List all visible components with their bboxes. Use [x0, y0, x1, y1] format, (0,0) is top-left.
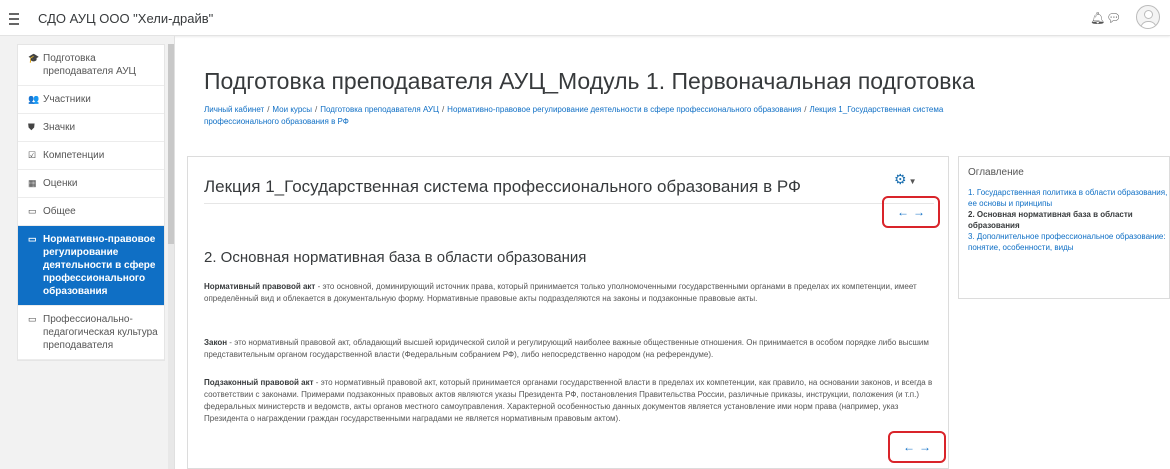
prev-page-arrow[interactable]: ←: [897, 205, 909, 219]
sidebar-item[interactable]: 🎓 Подготовка преподавателя АУЦ: [18, 45, 164, 86]
sidebar-item[interactable]: ▦ Оценки: [18, 170, 164, 198]
term-bold: Закон: [204, 338, 228, 347]
toc-list: 1. Государственная политика в области об…: [968, 187, 1168, 253]
prev-page-arrow[interactable]: ←: [903, 440, 915, 454]
toc-item-current: 2. Основная нормативная база в области о…: [968, 210, 1133, 230]
sidebar-item-label: Общее: [43, 206, 76, 217]
folder-icon: ▭: [28, 234, 37, 244]
toc-link[interactable]: 3. Дополнительное профессиональное образ…: [968, 231, 1168, 253]
paragraph-text: - это нормативный правовой акт, который …: [204, 378, 933, 423]
sidebar-item[interactable]: ▭ Нормативно-правовое регулирование деяте…: [18, 226, 164, 306]
user-avatar[interactable]: [1136, 5, 1160, 29]
top-navbar: СДО АУЦ ООО "Хели-драйв" 🔔︎ 💬︎: [0, 0, 1170, 36]
breadcrumb-separator: /: [441, 105, 445, 114]
sidebar-item[interactable]: ⛊ Значки: [18, 114, 164, 142]
page-title: Подготовка преподавателя АУЦ_Модуль 1. П…: [204, 68, 975, 94]
breadcrumb-link[interactable]: Нормативно-правовое регулирование деятел…: [447, 105, 801, 114]
caret-down-icon: ▼: [908, 177, 917, 186]
paragraph-bylaw: Подзаконный правовой акт - это нормативн…: [204, 377, 939, 425]
toc-title: Оглавление: [968, 167, 1024, 178]
sidebar-item-label: Подготовка преподавателя АУЦ: [43, 53, 136, 77]
users-icon: 👥: [28, 94, 40, 104]
breadcrumb-link[interactable]: Мои курсы: [272, 105, 312, 114]
paragraph-text: - это нормативный правовой акт, обладающ…: [204, 338, 929, 359]
gear-icon[interactable]: ⚙ ▼: [894, 171, 916, 188]
page-nav-bottom: ← →: [888, 431, 946, 463]
lecture-title: Лекция 1_Государственная система професс…: [204, 177, 801, 196]
sidebar-item[interactable]: 👥 Участники: [18, 86, 164, 114]
sidebar-item-label: Участники: [43, 94, 91, 105]
bell-icon[interactable]: 🔔︎: [1090, 11, 1105, 25]
sidebar-item-label: Нормативно-правовое регулирование деятел…: [43, 234, 156, 297]
breadcrumb: Личный кабинет / Мои курсы / Подготовка преп…: [204, 104, 944, 128]
sidebar-item-label: Значки: [43, 122, 76, 133]
shield-icon: ⛊: [28, 122, 35, 132]
toc-link[interactable]: 1. Государственная политика в области об…: [968, 187, 1168, 209]
checkbox-icon: ☑: [28, 150, 37, 160]
chat-bubble-icon[interactable]: 💬︎: [1106, 11, 1121, 25]
table-icon: ▦: [28, 178, 37, 188]
breadcrumb-link[interactable]: Подготовка преподавателя АУЦ: [320, 105, 439, 114]
section-heading: 2. Основная нормативная база в области о…: [204, 249, 587, 266]
table-of-contents: Оглавление 1. Государственная политика в…: [958, 156, 1170, 299]
page-nav-top: ← →: [882, 196, 940, 228]
sidebar-item[interactable]: ▭ Профессионально-педагогическая культура…: [18, 306, 164, 360]
sidebar-item-label: Компетенции: [43, 150, 105, 161]
nav-drawer: 🎓 Подготовка преподавателя АУЦ 👥 Участники ⛊…: [0, 36, 175, 469]
sidebar-item-label: Оценки: [43, 178, 78, 189]
menu-toggle-icon[interactable]: [9, 10, 21, 25]
site-name[interactable]: СДО АУЦ ООО "Хели-драйв": [38, 11, 213, 26]
term-bold: Нормативный правовой акт: [204, 282, 316, 291]
sidebar-item[interactable]: ☑ Компетенции: [18, 142, 164, 170]
next-page-arrow[interactable]: →: [919, 440, 931, 454]
title-divider: [204, 203, 934, 204]
breadcrumb-link[interactable]: Личный кабинет: [204, 105, 264, 114]
folder-icon: ▭: [28, 206, 37, 216]
term-bold: Подзаконный правовой акт: [204, 378, 314, 387]
drawer-scrollbar[interactable]: [168, 44, 174, 469]
sidebar-item[interactable]: ▭ Общее: [18, 198, 164, 226]
breadcrumb-separator: /: [315, 105, 318, 114]
next-page-arrow[interactable]: →: [913, 205, 925, 219]
lecture-card: Лекция 1_Государственная система професс…: [187, 156, 949, 469]
paragraph-normative-act: Нормативный правовой акт - это основной,…: [204, 281, 939, 305]
folder-icon: ▭: [28, 314, 37, 324]
sidebar-item-label: Профессионально-педагогическая культура …: [43, 314, 158, 351]
course-nav-list: 🎓 Подготовка преподавателя АУЦ 👥 Участники ⛊…: [17, 44, 165, 361]
graduation-cap-icon: 🎓: [28, 53, 40, 63]
paragraph-law: Закон - это нормативный правовой акт, об…: [204, 337, 939, 361]
